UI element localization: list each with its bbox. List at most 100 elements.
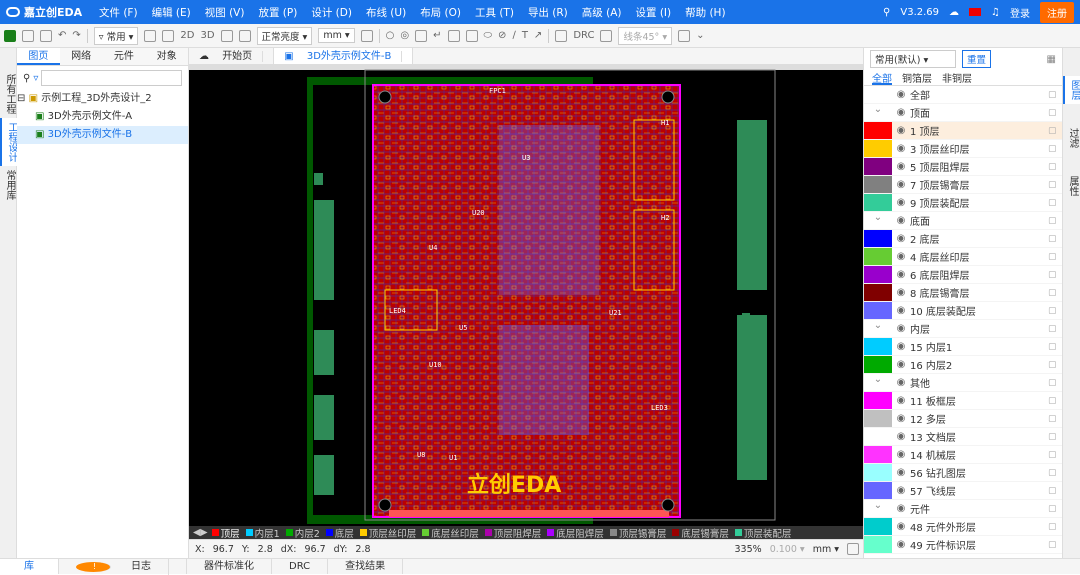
layer-color-swatch[interactable] <box>864 338 892 355</box>
eye-icon[interactable]: ◉ <box>892 107 910 118</box>
layer-chip-top-silk[interactable]: 顶层丝印层 <box>359 526 416 539</box>
lock-icon[interactable]: ▢ <box>1048 468 1062 478</box>
layer-chip-bottom[interactable]: 底层 <box>325 526 354 539</box>
layer-chip-top-assembly[interactable]: 顶层装配层 <box>734 526 791 539</box>
eye-icon[interactable]: ◉ <box>892 539 910 550</box>
search-input[interactable] <box>41 70 182 86</box>
layer-row[interactable]: ◉ 13 文档层 ▢ <box>864 428 1062 446</box>
layer-color-swatch[interactable] <box>864 464 892 481</box>
layer-group-row[interactable]: ⌄ ◉ 底面 ▢ <box>864 212 1062 230</box>
tab-components[interactable]: 元件 <box>103 48 146 65</box>
layer-group-row[interactable]: ⌄ ◉ 元件 ▢ <box>864 500 1062 518</box>
layer-row[interactable]: ◉ 11 板框层 ▢ <box>864 392 1062 410</box>
menu-edit[interactable]: 编辑 (E) <box>145 5 198 20</box>
waveform-icon[interactable] <box>847 543 859 555</box>
project-node[interactable]: ⊟ ▣ 示例工程_3D外壳设计_2 <box>17 90 188 108</box>
layer-row[interactable]: ◉ 9 顶层装配层 ▢ <box>864 194 1062 212</box>
tree-file-b[interactable]: ▣ 3D外壳示例文件-B <box>17 126 188 144</box>
lock-icon[interactable]: ▢ <box>1048 162 1062 172</box>
shape-icon[interactable] <box>465 29 478 42</box>
login-button[interactable]: 登录 <box>1010 5 1030 20</box>
eye-icon[interactable]: ◉ <box>892 161 910 172</box>
tab-non-copper-layers[interactable]: 非铜层 <box>942 70 972 85</box>
lock-icon[interactable]: ▢ <box>1048 234 1062 244</box>
layer-color-swatch[interactable] <box>864 356 892 373</box>
eye-icon[interactable]: ◉ <box>892 395 910 406</box>
layer-row[interactable]: ◉ 48 元件外形层 ▢ <box>864 518 1062 536</box>
layer-row[interactable]: ◉ 4 底层丝印层 ▢ <box>864 248 1062 266</box>
tab-properties[interactable]: 属性 <box>1063 172 1080 200</box>
lock-icon[interactable]: ▢ <box>1048 486 1062 496</box>
zoom-level[interactable]: 335% <box>735 544 762 555</box>
mode-filter-select[interactable]: ▿ 常用 ▾ <box>93 26 139 45</box>
menu-layout[interactable]: 布局 (O) <box>413 5 468 20</box>
scroll-left-icon[interactable]: ◀▶ <box>189 527 212 538</box>
align-icon[interactable] <box>600 29 613 42</box>
component-icon[interactable] <box>415 29 428 42</box>
grid-size-select[interactable]: 0.100 ▾ <box>770 544 805 555</box>
tab-copper-layers[interactable]: 铜箔层 <box>902 70 932 85</box>
layer-chip-inner1[interactable]: 内层1 <box>245 526 280 539</box>
eye-icon[interactable]: ◉ <box>892 413 910 424</box>
tab-objects[interactable]: 对象 <box>145 48 188 65</box>
layer-color-swatch[interactable] <box>864 428 892 445</box>
distribute-icon[interactable] <box>678 29 691 42</box>
lock-icon[interactable]: ▢ <box>1048 108 1062 118</box>
layer-color-swatch[interactable] <box>864 392 892 409</box>
pad-icon[interactable] <box>447 29 460 42</box>
layer-group-row[interactable]: ⌄ ◉ 内层 ▢ <box>864 320 1062 338</box>
layer-color-swatch[interactable] <box>864 248 892 265</box>
lock-icon[interactable]: ▢ <box>1048 126 1062 136</box>
layer-color-swatch[interactable] <box>864 446 892 463</box>
menu-export[interactable]: 导出 (R) <box>521 5 575 20</box>
route-icon[interactable]: ↵ <box>433 30 441 41</box>
search-icon[interactable]: ⚲ <box>883 7 890 18</box>
menu-tools[interactable]: 工具 (T) <box>468 5 521 20</box>
line-icon[interactable]: ∕ <box>512 30 515 41</box>
menu-place[interactable]: 放置 (P) <box>251 5 304 20</box>
tab-log[interactable]: ! 日志 <box>59 558 187 575</box>
layer-row[interactable]: ◉ 56 钻孔图层 ▢ <box>864 464 1062 482</box>
register-button[interactable]: 注册 <box>1040 1 1074 23</box>
brightness-select[interactable]: 正常亮度 ▾ <box>256 26 313 45</box>
chevron-down-icon[interactable]: ⌄ <box>696 30 704 41</box>
layer-color-swatch[interactable] <box>864 140 892 157</box>
layer-chip-bottom-mask[interactable]: 底层阻焊层 <box>547 526 604 539</box>
eye-icon[interactable]: ◉ <box>892 305 910 316</box>
tab-pcb-file-b[interactable]: ▣ 3D外壳示例文件-B <box>274 48 414 64</box>
layer-color-swatch[interactable] <box>864 176 892 193</box>
text-icon[interactable]: T <box>522 30 528 41</box>
layer-color-swatch[interactable] <box>864 266 892 283</box>
drc-button[interactable]: DRC <box>573 30 594 41</box>
lock-icon[interactable]: ▢ <box>1048 198 1062 208</box>
eye-icon[interactable]: ◉ <box>892 143 910 154</box>
layer-row[interactable]: ◉ 16 内层2 ▢ <box>864 356 1062 374</box>
layer-color-swatch[interactable] <box>864 482 892 499</box>
search-icon[interactable]: ⚲ <box>23 73 30 84</box>
eye-icon[interactable]: ◉ <box>892 521 910 532</box>
lock-icon[interactable]: ▢ <box>1048 522 1062 532</box>
lock-icon[interactable]: ▢ <box>1048 216 1062 226</box>
layer-preset-select[interactable]: 常用(默认) ▾ <box>870 50 956 68</box>
tab-filter[interactable]: 过滤 <box>1063 124 1080 152</box>
eye-icon[interactable]: ◉ <box>892 485 910 496</box>
eye-icon[interactable]: ◉ <box>892 341 910 352</box>
eye-icon[interactable]: ◉ <box>892 179 910 190</box>
reset-button[interactable]: 重置 <box>962 50 992 68</box>
lock-icon[interactable]: ▢ <box>1048 504 1062 514</box>
layer-chip-top-paste[interactable]: 顶层锡膏层 <box>609 526 666 539</box>
tab-start-page[interactable]: ☁ 开始页 <box>189 48 275 64</box>
language-flag-icon[interactable] <box>969 8 982 16</box>
line-width-select[interactable]: 线条45° ▾ <box>618 26 673 45</box>
eye-icon[interactable]: ◉ <box>892 89 910 100</box>
layer-group-row[interactable]: ◉ 全部 ▢ <box>864 86 1062 104</box>
layer-chip-inner2[interactable]: 内层2 <box>285 526 320 539</box>
lock-icon[interactable]: ▢ <box>1048 252 1062 262</box>
lock-icon[interactable]: ▢ <box>1048 306 1062 316</box>
layer-row[interactable]: ◉ 49 元件标识层 ▢ <box>864 536 1062 554</box>
eye-icon[interactable]: ◉ <box>892 503 910 514</box>
lock-icon[interactable]: ▢ <box>1048 432 1062 442</box>
layer-chip-bottom-silk[interactable]: 底层丝印层 <box>422 526 479 539</box>
menu-route[interactable]: 布线 (U) <box>359 5 413 20</box>
eye-icon[interactable]: ◉ <box>892 125 910 136</box>
